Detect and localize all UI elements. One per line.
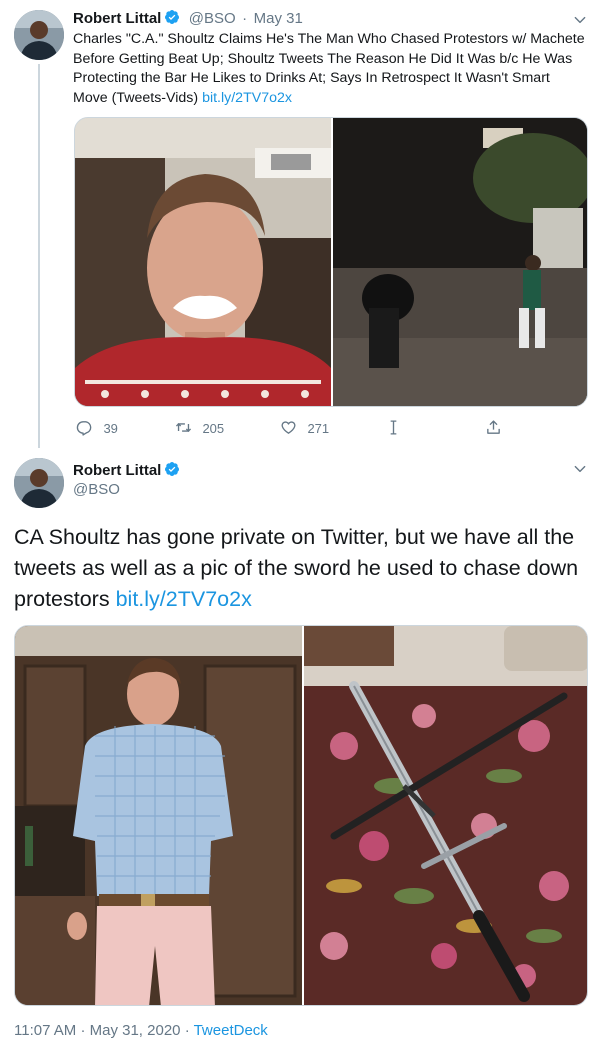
separator: · xyxy=(184,1022,190,1039)
reply-action[interactable]: 39 xyxy=(76,419,118,438)
author-handle[interactable]: @BSO xyxy=(73,481,120,498)
chevron-down-icon[interactable] xyxy=(573,13,587,27)
verified-badge-icon xyxy=(165,10,180,24)
analytics-icon[interactable] xyxy=(385,419,402,436)
media-image-swords[interactable] xyxy=(304,626,588,1006)
tweet-link[interactable]: bit.ly/2TV7o2x xyxy=(116,587,252,611)
author-name[interactable]: Robert Littal xyxy=(73,10,161,27)
reply-count: 39 xyxy=(103,421,118,436)
tweet-time[interactable]: 11:07 AM xyxy=(14,1022,76,1039)
chevron-down-icon[interactable] xyxy=(573,462,587,476)
media-grid xyxy=(14,625,588,1006)
tweet-date[interactable]: May 31 xyxy=(254,10,303,27)
avatar[interactable] xyxy=(14,10,64,60)
tweet-link[interactable]: bit.ly/2TV7o2x xyxy=(202,90,292,106)
tweet-body: CA Shoultz has gone private on Twitter, … xyxy=(14,525,579,611)
retweet-icon xyxy=(175,423,192,432)
separator: · xyxy=(242,10,248,27)
tweet-source[interactable]: TweetDeck xyxy=(194,1022,268,1039)
thread-line xyxy=(38,64,40,448)
author-handle[interactable]: @BSO xyxy=(189,10,236,27)
tweet-body: Charles "C.A." Shoultz Claims He's The M… xyxy=(73,31,585,106)
separator: · xyxy=(80,1022,86,1039)
tweet-text: Charles "C.A." Shoultz Claims He's The M… xyxy=(73,30,588,108)
retweet-action[interactable]: 205 xyxy=(175,419,224,438)
tweet-header: Robert Littal @BSO · May 31 xyxy=(73,9,303,28)
tweet-timestamp: 11:07 AM · May 31, 2020 · TweetDeck xyxy=(14,1022,268,1039)
media-grid xyxy=(74,117,588,407)
media-image-selfie[interactable] xyxy=(75,118,331,407)
media-image-portrait[interactable] xyxy=(15,626,302,1006)
media-image-street[interactable] xyxy=(333,118,588,407)
author-name[interactable]: Robert Littal xyxy=(73,462,161,479)
like-count: 271 xyxy=(307,421,330,436)
reply-icon xyxy=(76,421,92,436)
share-icon[interactable] xyxy=(485,419,502,436)
tweet-full-date[interactable]: May 31, 2020 xyxy=(90,1022,181,1039)
like-action[interactable]: 271 xyxy=(280,419,329,438)
avatar[interactable] xyxy=(14,458,64,508)
like-icon xyxy=(281,421,296,434)
retweet-count: 205 xyxy=(202,421,225,436)
tweet-text: CA Shoultz has gone private on Twitter, … xyxy=(14,522,592,615)
tweet-header: Robert Littal xyxy=(73,461,180,480)
verified-badge-icon xyxy=(165,462,180,476)
